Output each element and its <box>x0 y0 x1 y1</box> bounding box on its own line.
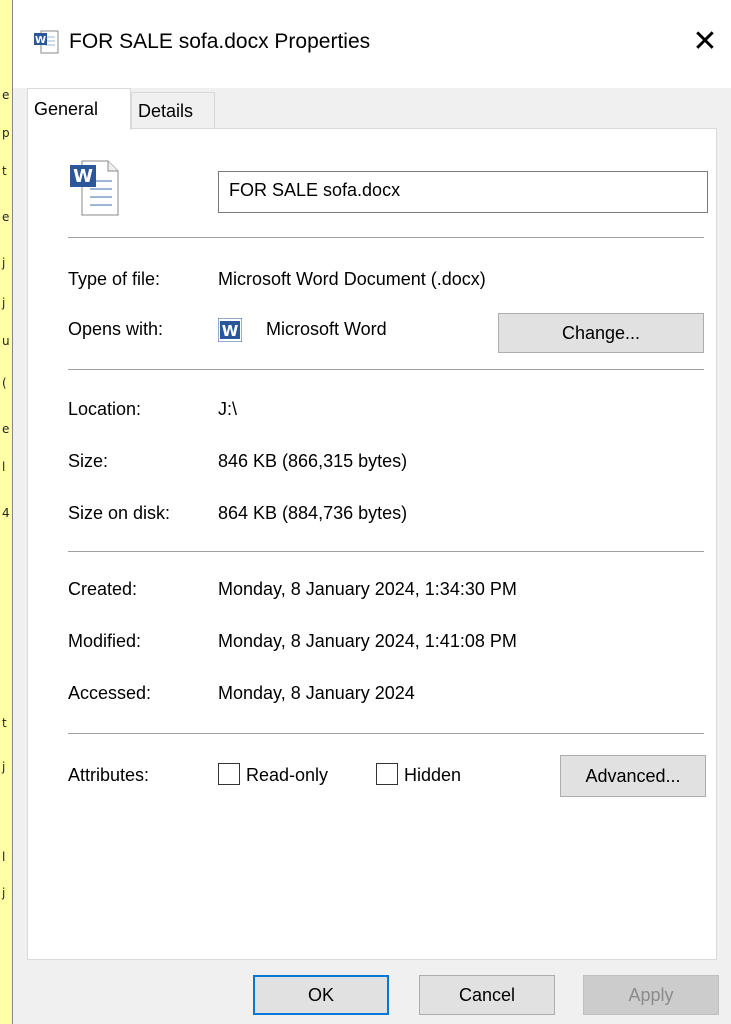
apply-button[interactable]: Apply <box>583 975 719 1015</box>
location-label: Location: <box>68 399 142 419</box>
file-name-field[interactable]: FOR SALE sofa.docx <box>218 171 708 213</box>
created-value: Monday, 8 January 2024, 1:34:30 PM <box>218 579 517 599</box>
window-title: FOR SALE sofa.docx Properties <box>69 30 371 53</box>
background-document-edge: e p t e j j u ( e l 4 t j l j <box>0 0 12 1024</box>
word-document-large-icon: W <box>70 160 119 216</box>
size-on-disk-label: Size on disk: <box>68 503 171 523</box>
type-of-file-label: Type of file: <box>68 269 161 289</box>
bg-glyph: u <box>2 334 10 348</box>
tab-general[interactable]: General <box>27 88 131 130</box>
opens-with-label: Opens with: <box>68 319 164 339</box>
accessed-value: Monday, 8 January 2024 <box>218 683 415 703</box>
read-only-label[interactable]: Read-only <box>246 765 328 786</box>
read-only-checkbox[interactable] <box>218 763 240 785</box>
divider <box>68 237 704 238</box>
svg-text:W: W <box>35 35 46 46</box>
microsoft-word-icon: W <box>218 318 242 342</box>
properties-dialog: W FOR SALE sofa.docx Properties ✕ Genera… <box>12 0 731 1024</box>
advanced-button[interactable]: Advanced... <box>560 755 706 797</box>
svg-text:W: W <box>222 322 239 340</box>
word-document-icon: W <box>34 30 59 54</box>
location-value: J:\ <box>218 399 238 419</box>
cancel-button[interactable]: Cancel <box>419 975 555 1015</box>
created-label: Created: <box>68 579 138 599</box>
close-button[interactable]: ✕ <box>685 22 725 62</box>
bg-glyph: l <box>2 850 6 864</box>
change-button[interactable]: Change... <box>498 313 704 353</box>
bg-glyph: j <box>2 296 6 310</box>
divider <box>68 551 704 552</box>
general-panel: W FOR SALE sofa.docx Type of file: Micro… <box>27 128 717 960</box>
modified-label: Modified: <box>68 631 142 651</box>
bg-glyph: e <box>2 210 10 224</box>
size-value: 846 KB (866,315 bytes) <box>218 451 408 471</box>
hidden-checkbox[interactable] <box>376 763 398 785</box>
bg-glyph: p <box>2 126 10 140</box>
tab-details[interactable]: Details <box>131 92 215 128</box>
bg-glyph: t <box>2 716 7 730</box>
size-label: Size: <box>68 451 109 471</box>
bg-glyph: t <box>2 164 7 178</box>
attributes-label: Attributes: <box>68 765 150 785</box>
svg-text:W: W <box>73 166 93 187</box>
ok-button[interactable]: OK <box>253 975 389 1015</box>
bg-glyph: ( <box>2 376 7 390</box>
bg-glyph: l <box>2 460 6 474</box>
divider <box>68 369 704 370</box>
hidden-label[interactable]: Hidden <box>404 765 461 786</box>
modified-value: Monday, 8 January 2024, 1:41:08 PM <box>218 631 517 651</box>
type-of-file-value: Microsoft Word Document (.docx) <box>218 269 486 289</box>
bg-glyph: 4 <box>2 506 10 520</box>
size-on-disk-value: 864 KB (884,736 bytes) <box>218 503 408 523</box>
bg-glyph: j <box>2 256 6 270</box>
accessed-label: Accessed: <box>68 683 152 703</box>
bg-glyph: j <box>2 886 6 900</box>
bg-glyph: e <box>2 422 10 436</box>
bg-glyph: e <box>2 88 10 102</box>
opens-with-value: Microsoft Word <box>266 319 387 339</box>
title-bar[interactable]: W FOR SALE sofa.docx Properties ✕ <box>13 0 731 88</box>
bg-glyph: j <box>2 760 6 774</box>
divider <box>68 733 704 734</box>
